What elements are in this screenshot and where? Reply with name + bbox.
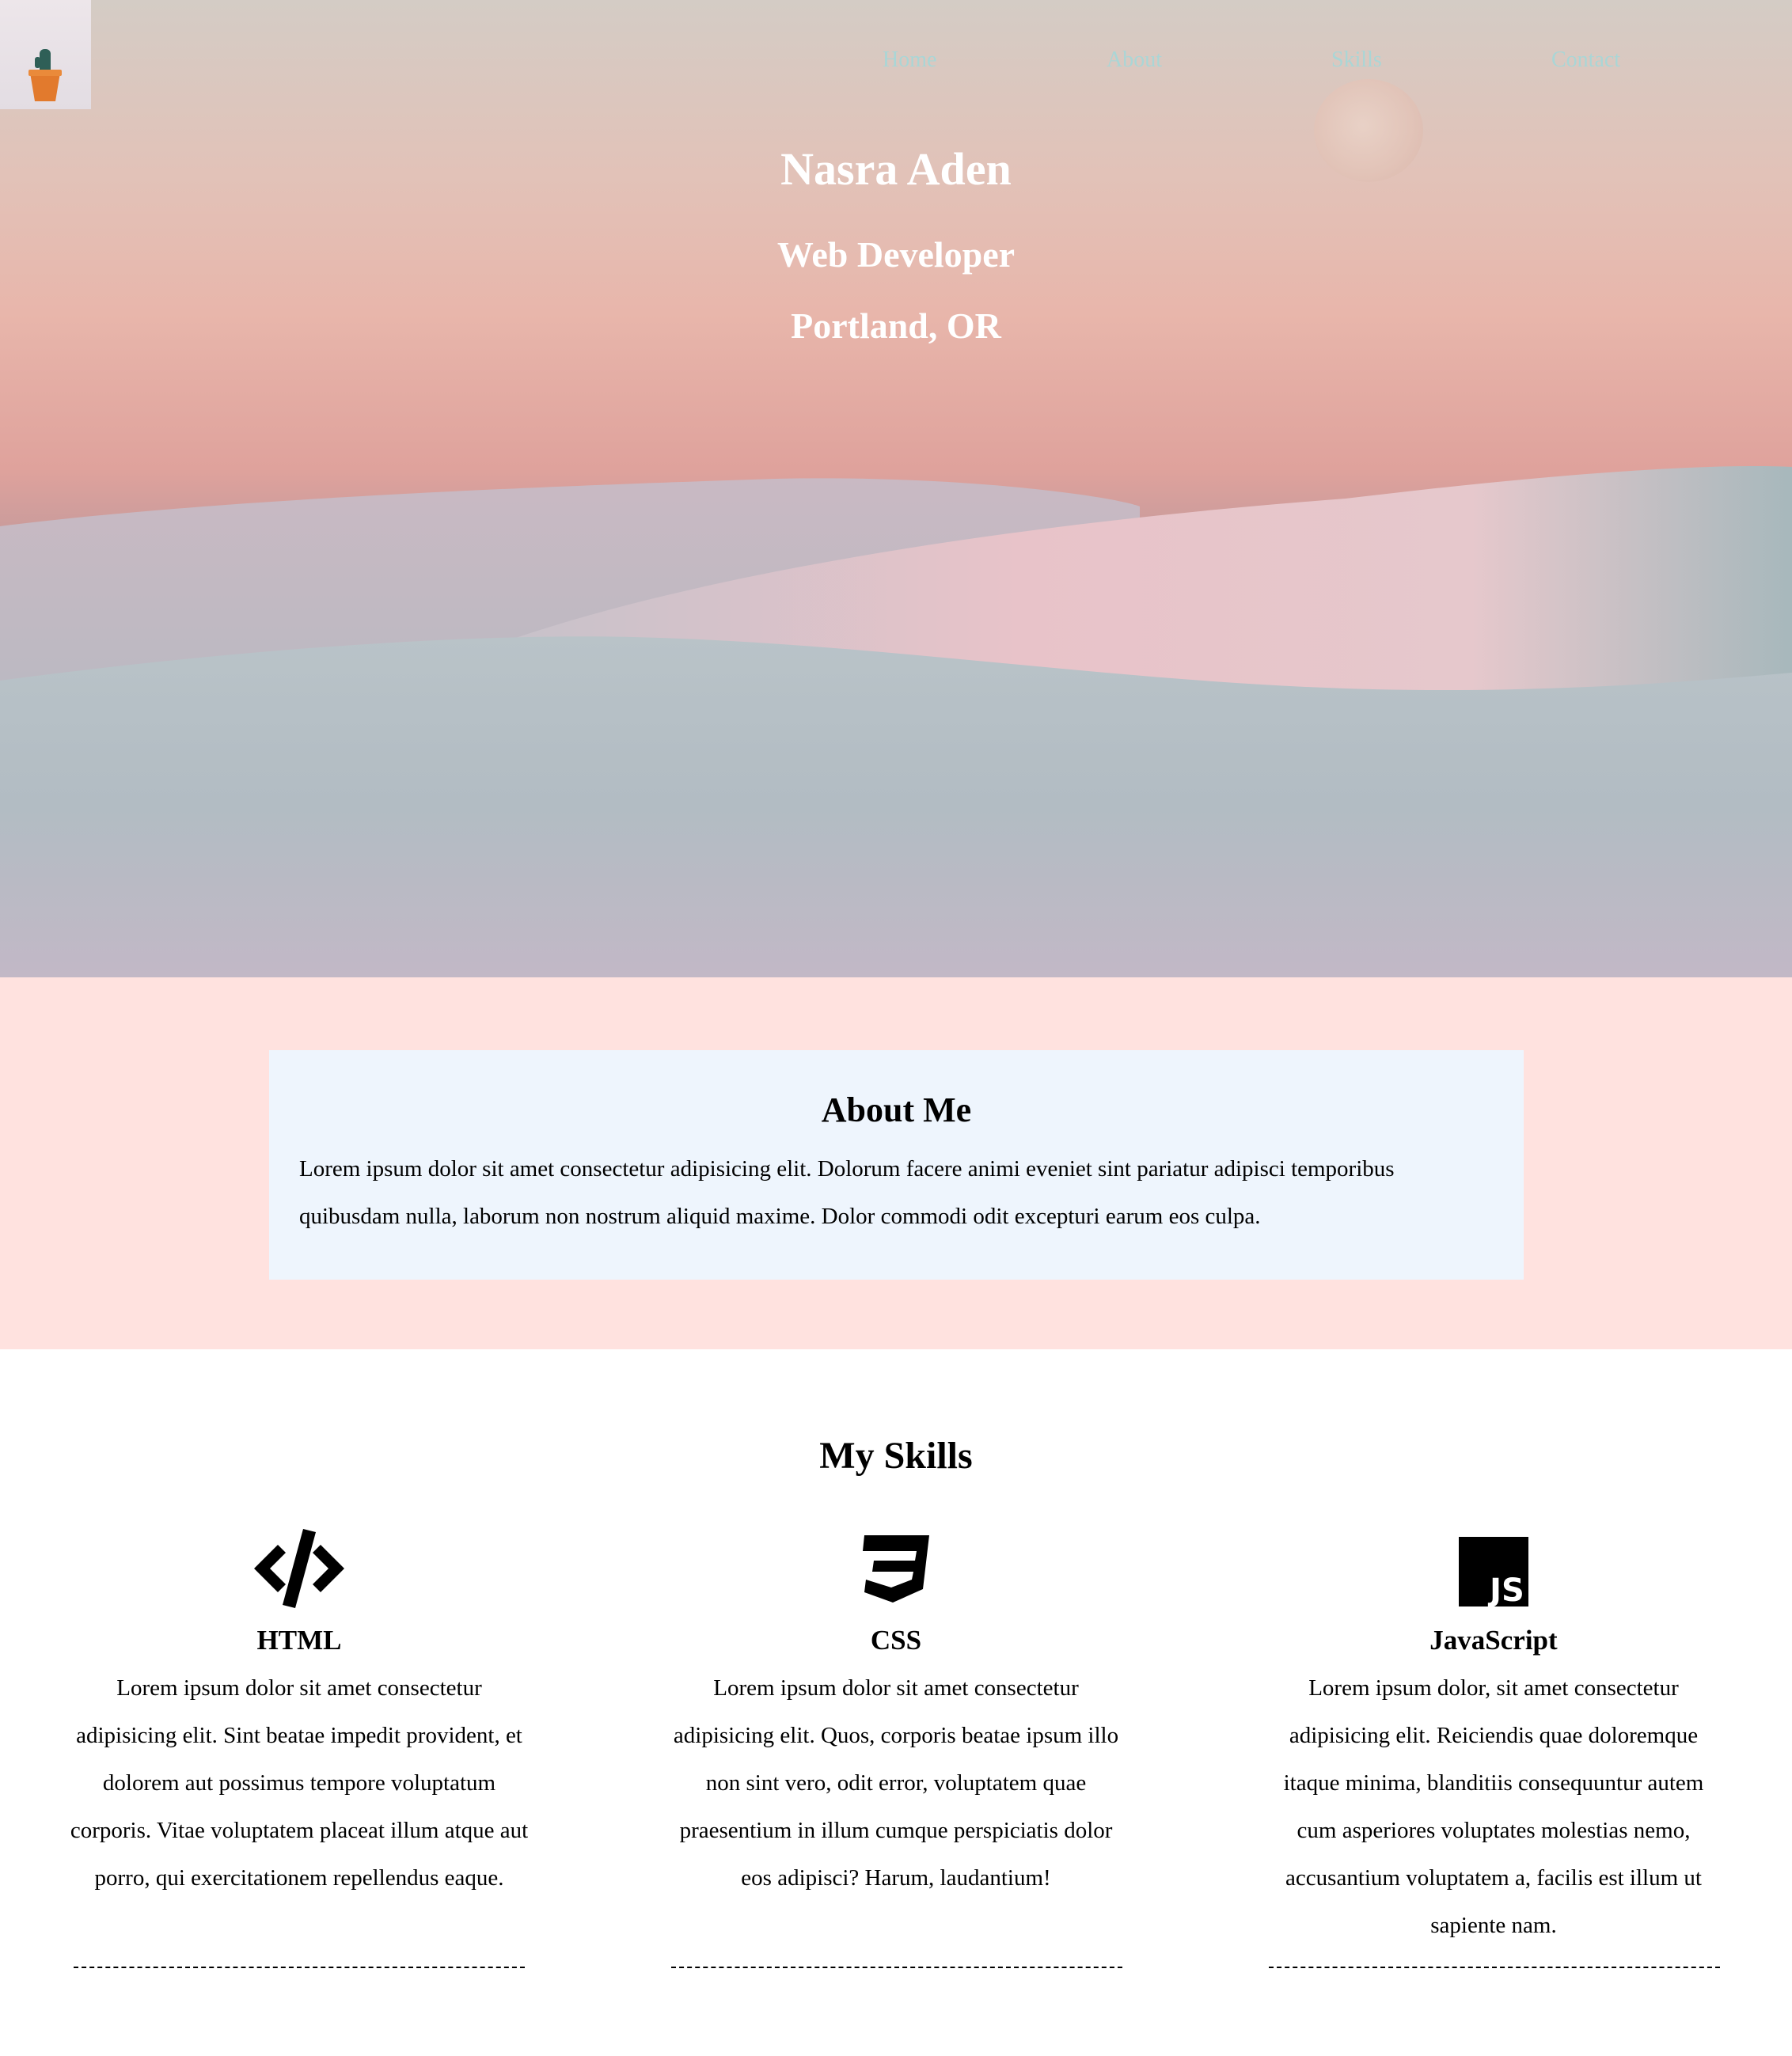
nav-contact-link[interactable]: Contact: [1551, 47, 1620, 73]
about-section: About Me Lorem ipsum dolor sit amet cons…: [0, 977, 1792, 1349]
skill-card-html: HTML Lorem ipsum dolor sit amet consecte…: [70, 1527, 529, 1902]
about-title: About Me: [821, 1091, 972, 1129]
skill-divider-javascript: [1269, 1967, 1720, 1968]
svg-text:JS: JS: [1487, 1572, 1524, 1609]
skill-name-css: CSS: [870, 1625, 922, 1656]
skills-title: My Skills: [819, 1435, 973, 1477]
skill-text-javascript: Lorem ipsum dolor, sit amet consectetur …: [1283, 1675, 1704, 1938]
hero-banner: Home About Skills Contact Nasra Aden Web…: [0, 0, 1792, 977]
javascript-icon: JS: [1459, 1537, 1528, 1609]
skill-card-css: CSS Lorem ipsum dolor sit amet consectet…: [666, 1527, 1126, 1902]
about-card: About Me Lorem ipsum dolor sit amet cons…: [269, 1050, 1524, 1280]
hero-role: Web Developer: [776, 234, 1016, 275]
hero-name: Nasra Aden: [780, 143, 1012, 195]
nav-skills-link[interactable]: Skills: [1331, 47, 1382, 73]
about-text: Lorem ipsum dolor sit amet consectetur a…: [299, 1156, 1395, 1229]
skill-name-javascript: JavaScript: [1429, 1625, 1558, 1656]
html-code-icon: [254, 1529, 344, 1608]
nav-about-link[interactable]: About: [1107, 47, 1162, 73]
nav-home-link[interactable]: Home: [883, 47, 936, 73]
hero-location: Portland, OR: [791, 305, 1001, 346]
skill-divider-css: [671, 1967, 1122, 1968]
skill-divider-html: [74, 1967, 525, 1968]
css3-icon: [863, 1535, 929, 1603]
skill-text-css: Lorem ipsum dolor sit amet consectetur a…: [673, 1675, 1119, 1891]
skill-card-javascript: JS JavaScript Lorem ipsum dolor, sit ame…: [1264, 1527, 1723, 1949]
top-navigation: Home About Skills Contact: [0, 47, 1792, 79]
skill-name-html: HTML: [256, 1625, 342, 1656]
skill-text-html: Lorem ipsum dolor sit amet consectetur a…: [70, 1675, 529, 1891]
